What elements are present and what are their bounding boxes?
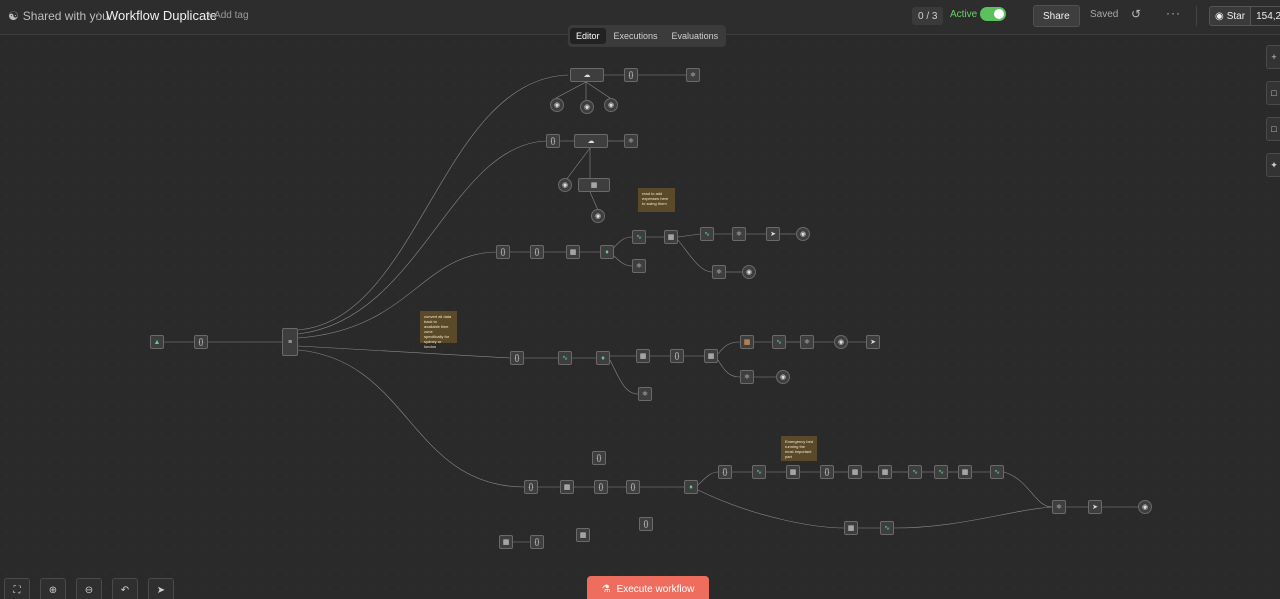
execute-workflow-label: Execute workflow xyxy=(616,583,695,595)
database-node[interactable]: ▦ xyxy=(878,465,892,479)
code-node[interactable]: {} xyxy=(670,349,684,363)
code-node[interactable]: {} xyxy=(624,68,638,82)
switch-node[interactable]: ≡ xyxy=(282,328,298,356)
fit-view-icon[interactable]: ⛶ xyxy=(4,578,30,599)
sticky-panel-icon[interactable]: □ xyxy=(1266,117,1280,141)
http-request-node[interactable]: ∿ xyxy=(752,465,766,479)
code-node[interactable]: {} xyxy=(594,480,608,494)
http-request-node[interactable]: ∿ xyxy=(632,230,646,244)
respond-to-webhook-node[interactable]: ⚛ xyxy=(624,134,638,148)
send-message-node[interactable]: ➤ xyxy=(766,227,780,241)
sticky-note[interactable]: convert all data back to available time … xyxy=(420,311,457,349)
execute-workflow-button[interactable]: ⚗ Execute workflow xyxy=(587,576,709,599)
database-node[interactable]: ▦ xyxy=(576,528,590,542)
database-node[interactable]: ▦ xyxy=(848,465,862,479)
database-node[interactable]: ▦ xyxy=(704,349,718,363)
sheets-node[interactable]: ▦ xyxy=(740,335,754,349)
code-node[interactable]: {} xyxy=(820,465,834,479)
execute-workflow-node[interactable]: ◉ xyxy=(742,265,756,279)
code-node[interactable]: {} xyxy=(524,480,538,494)
node-panel-icon[interactable]: □ xyxy=(1266,81,1280,105)
database-node[interactable]: ▦ xyxy=(636,349,650,363)
flask-icon: ⚗ xyxy=(601,583,611,595)
execute-workflow-node[interactable]: ◉ xyxy=(1138,500,1152,514)
respond-to-webhook-node[interactable]: ⚛ xyxy=(740,370,754,384)
memory-node[interactable]: ◉ xyxy=(580,100,594,114)
code-node[interactable]: {} xyxy=(194,335,208,349)
if-node[interactable]: ♦ xyxy=(684,480,698,494)
canvas-controls: ⛶ ⊕ ⊖ ↶ ➤ xyxy=(4,578,174,599)
database-node[interactable]: ▦ xyxy=(786,465,800,479)
chat-model-node[interactable]: ◉ xyxy=(550,98,564,112)
send-message-node[interactable]: ➤ xyxy=(866,335,880,349)
respond-to-webhook-node[interactable]: ⚛ xyxy=(686,68,700,82)
database-node[interactable]: ▦ xyxy=(664,230,678,244)
respond-to-webhook-node[interactable]: ⚛ xyxy=(732,227,746,241)
code-node[interactable]: {} xyxy=(496,245,510,259)
http-request-node[interactable]: ∿ xyxy=(934,465,948,479)
tab-evaluations[interactable]: Evaluations xyxy=(666,28,725,44)
zoom-in-icon[interactable]: ⊕ xyxy=(40,578,66,599)
wait-node[interactable]: ◉ xyxy=(834,335,848,349)
sticky-note[interactable]: Emergency bed running the most important… xyxy=(781,436,817,461)
code-node[interactable]: {} xyxy=(718,465,732,479)
execute-workflow-node[interactable]: ◉ xyxy=(776,370,790,384)
webhook-trigger-node[interactable]: ▲ xyxy=(150,335,164,349)
http-request-node[interactable]: ∿ xyxy=(700,227,714,241)
ai-assistant-icon[interactable]: ✦ xyxy=(1266,153,1280,177)
respond-to-webhook-node[interactable]: ⚛ xyxy=(632,259,646,273)
send-message-node[interactable]: ➤ xyxy=(1088,500,1102,514)
pointer-icon[interactable]: ➤ xyxy=(148,578,174,599)
code-node[interactable]: {} xyxy=(530,535,544,549)
tab-executions[interactable]: Executions xyxy=(608,28,664,44)
code-node[interactable]: {} xyxy=(546,134,560,148)
zoom-out-icon[interactable]: ⊖ xyxy=(76,578,102,599)
respond-to-webhook-node[interactable]: ⚛ xyxy=(1052,500,1066,514)
database-node[interactable]: ▦ xyxy=(560,480,574,494)
database-node[interactable]: ▦ xyxy=(566,245,580,259)
code-node[interactable]: {} xyxy=(592,451,606,465)
database-node[interactable]: ▦ xyxy=(844,521,858,535)
ai-agent-node[interactable]: ☁ xyxy=(570,68,604,82)
view-tabs: Editor Executions Evaluations xyxy=(568,25,727,47)
right-toolbar: + □ □ ✦ xyxy=(1266,45,1280,177)
http-request-node[interactable]: ∿ xyxy=(558,351,572,365)
tab-editor[interactable]: Editor xyxy=(570,28,606,44)
ai-agent-node[interactable]: ☁ xyxy=(574,134,608,148)
code-node[interactable]: {} xyxy=(510,351,524,365)
chat-model-node[interactable]: ◉ xyxy=(558,178,572,192)
http-request-node[interactable]: ∿ xyxy=(772,335,786,349)
sticky-note[interactable]: read to add expenses here to swing them xyxy=(638,188,675,212)
respond-to-webhook-node[interactable]: ⚛ xyxy=(638,387,652,401)
vector-store-node[interactable]: ▦ xyxy=(578,178,610,192)
undo-icon[interactable]: ↶ xyxy=(112,578,138,599)
code-node[interactable]: {} xyxy=(626,480,640,494)
respond-to-webhook-node[interactable]: ⚛ xyxy=(800,335,814,349)
code-node[interactable]: {} xyxy=(530,245,544,259)
add-node-icon[interactable]: + xyxy=(1266,45,1280,69)
n8n-editor: ☯ Shared with you / Workflow Duplicate +… xyxy=(0,0,1280,599)
http-request-node[interactable]: ∿ xyxy=(880,521,894,535)
http-request-node[interactable]: ∿ xyxy=(908,465,922,479)
database-node[interactable]: ▦ xyxy=(499,535,513,549)
embeddings-node[interactable]: ◉ xyxy=(591,209,605,223)
http-request-node[interactable]: ∿ xyxy=(990,465,1004,479)
if-node[interactable]: ♦ xyxy=(600,245,614,259)
execute-workflow-node[interactable]: ◉ xyxy=(796,227,810,241)
code-node[interactable]: {} xyxy=(639,517,653,531)
if-node[interactable]: ♦ xyxy=(596,351,610,365)
tool-node[interactable]: ◉ xyxy=(604,98,618,112)
respond-to-webhook-node[interactable]: ⚛ xyxy=(712,265,726,279)
database-node[interactable]: ▦ xyxy=(958,465,972,479)
